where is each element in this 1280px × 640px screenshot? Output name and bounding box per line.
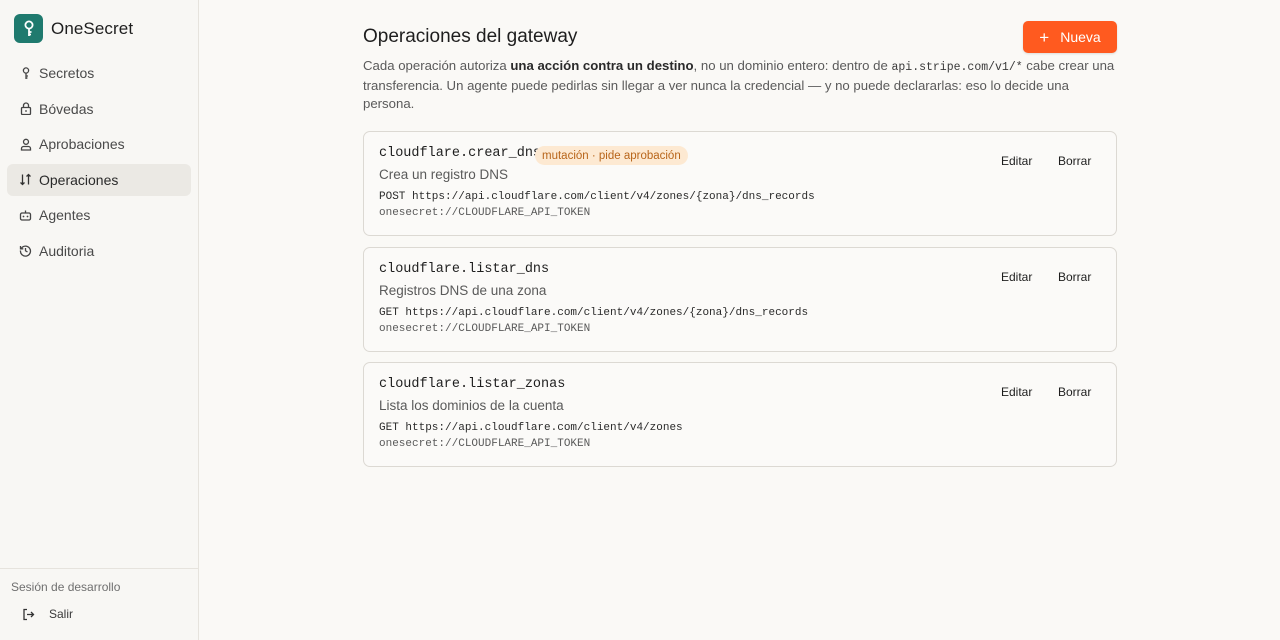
sidebar-item-agentes[interactable]: Agentes: [7, 199, 191, 231]
description-code: api.stripe.com/v1/*: [891, 61, 1023, 74]
history-icon: [19, 244, 32, 257]
lock-icon: [19, 102, 32, 115]
description-text: Cada operación autoriza: [363, 58, 511, 73]
new-operation-button[interactable]: + Nueva: [1023, 21, 1117, 53]
operation-description: Registros DNS de una zona: [379, 283, 547, 298]
session-label: Sesión de desarrollo: [11, 580, 121, 594]
sidebar-footer: Sesión de desarrollo Salir: [0, 568, 198, 640]
sidebar-item-label: Auditoria: [39, 242, 95, 259]
sidebar-item-label: Bóvedas: [39, 100, 94, 117]
operations-icon: [19, 173, 32, 186]
operation-secret: onesecret://CLOUDFLARE_API_TOKEN: [379, 438, 591, 450]
description-emphasis: una acción contra un destino: [510, 58, 694, 73]
status-badge: mutación · pide aprobación: [535, 146, 688, 165]
edit-button[interactable]: Editar: [997, 268, 1036, 286]
delete-button[interactable]: Borrar: [1054, 152, 1095, 170]
operation-name: cloudflare.crear_dns: [379, 146, 542, 161]
sidebar-item-label: Secretos: [39, 65, 95, 81]
operation-card: cloudflare.crear_dns mutación · pide apr…: [363, 131, 1117, 236]
key-logo-icon: [14, 14, 43, 43]
operation-name: cloudflare.listar_zonas: [379, 377, 566, 392]
edit-button[interactable]: Editar: [997, 383, 1036, 401]
description-text: , no un dominio entero: dentro de: [693, 58, 892, 73]
operation-secret: onesecret://CLOUDFLARE_API_TOKEN: [379, 207, 591, 219]
operation-name: cloudflare.listar_dns: [379, 262, 550, 277]
brand-name: OneSecret: [51, 18, 134, 38]
sidebar-item-secretos[interactable]: Secretos: [7, 57, 191, 89]
new-button-label: Nueva: [1060, 29, 1101, 45]
logout-icon: [22, 608, 35, 621]
sidebar-item-label: Aprobaciones: [39, 136, 125, 152]
operation-endpoint: POST https://api.cloudflare.com/client/v…: [379, 191, 815, 203]
sidebar-item-label: Operaciones: [39, 171, 119, 188]
operation-endpoint: GET https://api.cloudflare.com/client/v4…: [379, 307, 809, 319]
sidebar-item-bovedas[interactable]: Bóvedas: [7, 93, 191, 125]
page-description: Cada operación autoriza una acción contr…: [363, 57, 1117, 113]
key-icon: [19, 66, 32, 80]
operation-card: cloudflare.listar_zonas Lista los domini…: [363, 362, 1117, 467]
logout-button[interactable]: Salir: [22, 607, 73, 621]
sidebar: OneSecret Secretos Bóvedas Aprobaciones …: [0, 0, 199, 640]
brand[interactable]: OneSecret: [14, 14, 133, 43]
delete-button[interactable]: Borrar: [1054, 383, 1095, 401]
operation-endpoint: GET https://api.cloudflare.com/client/v4…: [379, 422, 683, 434]
sidebar-item-aprobaciones[interactable]: Aprobaciones: [7, 128, 191, 160]
logout-label: Salir: [49, 607, 74, 621]
sidebar-item-operaciones[interactable]: Operaciones: [7, 163, 191, 196]
user-icon: [19, 138, 32, 151]
page-title: Operaciones del gateway: [363, 26, 578, 47]
delete-button[interactable]: Borrar: [1054, 268, 1095, 286]
robot-icon: [19, 209, 32, 222]
sidebar-nav: Secretos Bóvedas Aprobaciones Operacione…: [7, 57, 191, 270]
operation-secret: onesecret://CLOUDFLARE_API_TOKEN: [379, 323, 591, 335]
plus-icon: +: [1039, 27, 1050, 47]
operation-card: cloudflare.listar_dns Registros DNS de u…: [363, 247, 1117, 352]
sidebar-item-auditoria[interactable]: Auditoria: [7, 235, 191, 267]
sidebar-item-label: Agentes: [39, 207, 91, 223]
operation-description: Lista los dominios de la cuenta: [379, 398, 564, 413]
operation-description: Crea un registro DNS: [379, 167, 509, 182]
edit-button[interactable]: Editar: [997, 152, 1036, 170]
